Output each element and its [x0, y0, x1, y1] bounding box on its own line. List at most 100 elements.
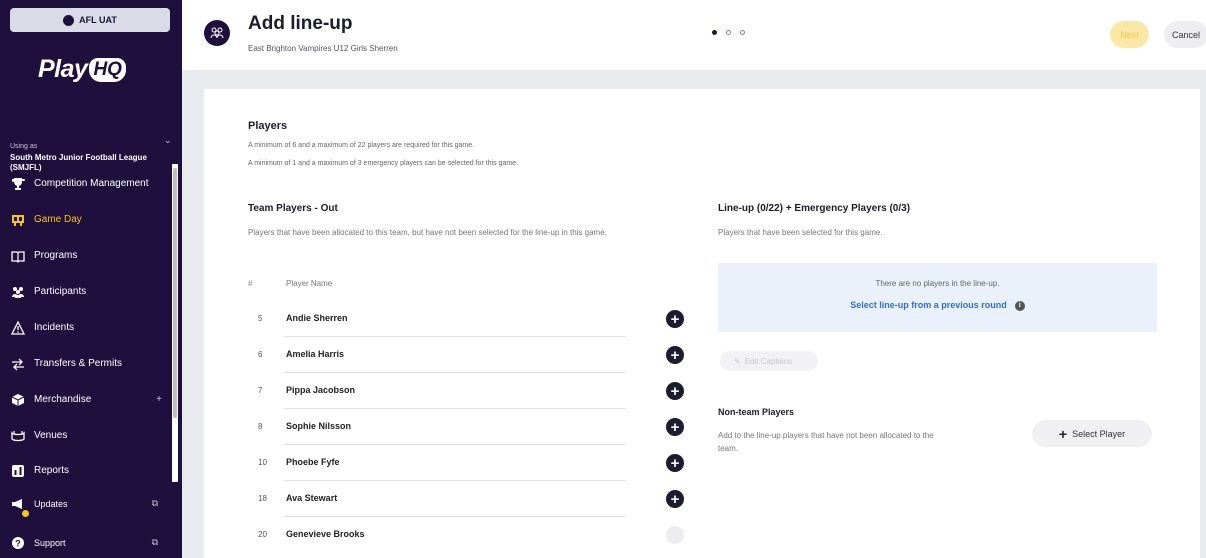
non-team-players-description: Add to the line-up players that have not…	[718, 431, 934, 453]
sidebar: AFL UAT Play HQ Using as South Metro Jun…	[0, 0, 182, 558]
player-row: 7 Pippa Jacobson +	[248, 373, 686, 409]
nav-item-merchandise[interactable]: Merchandise +	[10, 392, 168, 407]
sidebar-scrollbar-thumb[interactable]	[173, 168, 177, 418]
nav-item-support[interactable]: ? Support ⧉	[10, 535, 168, 550]
player-name: Sophie Nilsson	[286, 421, 352, 431]
step-indicator	[712, 30, 745, 35]
box-icon	[10, 392, 25, 407]
add-player-button[interactable]: +	[666, 490, 684, 508]
player-number: 7	[258, 386, 263, 395]
edit-captains-label: Edit Captains	[744, 356, 793, 366]
step-dot	[740, 30, 745, 35]
nav-label: Reports	[34, 465, 70, 476]
nav-label: Game Day	[34, 214, 82, 225]
nav-item-venues[interactable]: Venues	[10, 428, 168, 443]
add-player-button-disabled[interactable]: +	[666, 526, 684, 544]
people-icon	[10, 284, 25, 299]
external-link-icon: ⧉	[151, 537, 158, 547]
lineup-empty-text: There are no players in the line-up.	[875, 279, 1000, 288]
player-row: 6 Amelia Harris +	[248, 337, 686, 373]
player-name: Amelia Harris	[286, 349, 345, 359]
player-number: 10	[258, 458, 267, 467]
nav-item-updates[interactable]: Updates ⧉	[10, 496, 168, 511]
nav-label: Competition Management	[34, 178, 149, 189]
player-name: Phoebe Fyfe	[286, 457, 340, 467]
player-row: 20 Genevieve Brooks +	[248, 517, 686, 553]
lineup-empty-state: There are no players in the line-up. Sel…	[718, 263, 1157, 332]
add-player-button[interactable]: +	[666, 382, 684, 400]
chart-icon	[10, 463, 25, 478]
svg-text:?: ?	[15, 538, 21, 548]
lineup-description: Players that have been selected for this…	[718, 228, 883, 237]
player-number: 8	[258, 422, 263, 431]
lineup-heading: Line-up (0/22) + Emergency Players (0/3)	[718, 203, 911, 214]
players-heading: Players	[248, 120, 288, 132]
player-row: 8 Sophie Nilsson +	[248, 409, 686, 445]
environment-badge: AFL UAT	[10, 8, 170, 32]
chevron-down-icon[interactable]: ⌄	[164, 135, 172, 146]
edit-captains-button[interactable]: ✎ Edit Captains	[720, 351, 818, 371]
nav-item-programs[interactable]: Programs	[10, 248, 168, 263]
select-player-label: Select Player	[1072, 428, 1126, 439]
nav-label: Updates	[34, 498, 68, 509]
help-icon: ?	[10, 535, 25, 550]
nav-item-competition-management[interactable]: Competition Management	[10, 176, 168, 191]
player-row: 5 Andie Sherren +	[248, 301, 686, 337]
organisation-switcher[interactable]: South Metro Junior Football League (SMJF…	[10, 153, 160, 173]
player-name: Andie Sherren	[286, 313, 348, 323]
add-player-button[interactable]: +	[666, 346, 684, 364]
players-requirement-note: A minimum of 6 and a maximum of 22 playe…	[248, 142, 475, 149]
transfer-icon	[10, 356, 25, 371]
team-players-out-description: Players that have been allocated to this…	[248, 228, 607, 237]
player-name: Ava Stewart	[286, 493, 338, 503]
cancel-button[interactable]: Cancel	[1164, 21, 1206, 48]
step-dot	[726, 30, 731, 35]
player-number: 18	[258, 494, 267, 503]
player-row: 18 Ava Stewart +	[248, 481, 686, 517]
nav-item-game-day[interactable]: Game Day	[10, 212, 168, 227]
expand-plus-icon[interactable]: +	[156, 394, 162, 405]
nav-label: Transfers & Permits	[34, 358, 122, 369]
next-button[interactable]: Next	[1110, 21, 1149, 48]
select-previous-round-link[interactable]: Select line-up from a previous round	[850, 300, 1007, 310]
info-icon[interactable]: i	[1014, 300, 1025, 311]
nav-item-participants[interactable]: Participants	[10, 284, 168, 299]
nav-item-incidents[interactable]: Incidents	[10, 320, 168, 335]
player-name: Pippa Jacobson	[286, 385, 356, 395]
player-number: 20	[258, 530, 267, 539]
player-number: 5	[258, 314, 263, 323]
team-icon	[204, 20, 230, 46]
step-dot-current	[712, 30, 717, 35]
team-players-out-heading: Team Players - Out	[248, 203, 338, 214]
logo-play-text: Play	[38, 55, 88, 83]
pencil-icon: ✎	[734, 356, 741, 366]
nav-item-transfers-permits[interactable]: Transfers & Permits	[10, 356, 168, 371]
nav-item-reports[interactable]: Reports	[10, 463, 168, 478]
stadium-icon	[10, 428, 25, 443]
notification-dot	[22, 510, 29, 517]
app-window: AFL UAT Play HQ Using as South Metro Jun…	[0, 0, 1206, 558]
page-subtitle: East Brighton Vampires U12 Girls Sherren	[248, 44, 398, 53]
trophy-icon	[10, 176, 25, 191]
nav-label: Programs	[34, 250, 78, 261]
add-player-button[interactable]: +	[666, 310, 684, 328]
player-name: Genevieve Brooks	[286, 529, 365, 539]
scoreboard-icon	[10, 212, 25, 227]
external-link-icon: ⧉	[151, 498, 158, 508]
warning-icon	[10, 320, 25, 335]
player-number: 6	[258, 350, 263, 359]
environment-label: AFL UAT	[79, 15, 117, 25]
nav-label: Venues	[34, 430, 68, 441]
page-header: Add line-up East Brighton Vampires U12 G…	[182, 0, 1206, 70]
emergency-requirement-note: A minimum of 1 and a maximum of 3 emerge…	[248, 160, 519, 167]
add-player-button[interactable]: +	[666, 418, 684, 436]
add-player-button[interactable]: +	[666, 454, 684, 472]
non-team-players-heading: Non-team Players	[718, 407, 795, 417]
environment-dot-icon	[63, 14, 75, 26]
logo-hq-text: HQ	[89, 57, 126, 82]
playhq-logo[interactable]: Play HQ	[38, 55, 126, 84]
player-row: 10 Phoebe Fyfe +	[248, 445, 686, 481]
select-player-button[interactable]: + Select Player	[1032, 420, 1152, 447]
book-icon	[10, 248, 25, 263]
column-header-number: #	[248, 279, 253, 288]
